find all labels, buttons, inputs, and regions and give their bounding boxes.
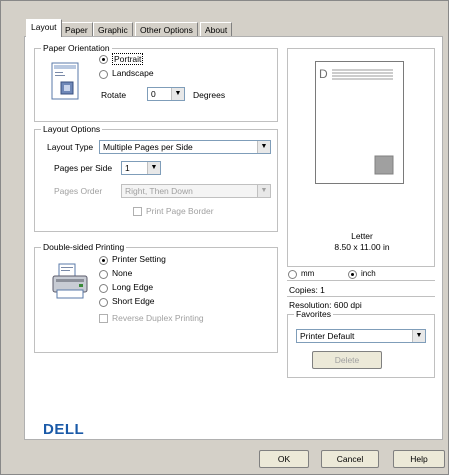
print-page-border-label: Print Page Border <box>146 206 214 216</box>
portrait-radio[interactable] <box>99 55 108 64</box>
tab-layout[interactable]: Layout <box>26 19 62 37</box>
favorites-legend: Favorites <box>294 309 333 319</box>
none-radio[interactable] <box>99 270 108 279</box>
delete-button[interactable]: Delete <box>312 351 382 369</box>
favorites-group: Favorites Printer Default ▼ Delete <box>287 309 435 378</box>
chevron-down-icon: ▼ <box>257 141 270 153</box>
print-page-border-checkbox[interactable] <box>133 207 142 216</box>
layout-type-value: Multiple Pages per Side <box>103 142 193 152</box>
unit-mm-radio[interactable] <box>288 270 297 279</box>
page-preview-letter: D <box>319 67 328 81</box>
pages-per-side-value: 1 <box>125 163 130 173</box>
favorites-select[interactable]: Printer Default ▼ <box>296 329 426 343</box>
short-edge-radio[interactable] <box>99 298 108 307</box>
tab-about[interactable]: About <box>200 22 233 36</box>
page-preview-panel: D Letter 8.50 x 11.00 in <box>287 48 435 267</box>
landscape-label: Landscape <box>112 68 154 78</box>
double-sided-printing-group: Double-sided Printing Printer Setting No… <box>34 242 278 353</box>
tab-other-options[interactable]: Other Options <box>135 22 198 36</box>
page-preview-image <box>315 61 404 184</box>
unit-inch-label: inch <box>361 269 376 278</box>
degrees-label: Degrees <box>193 90 226 100</box>
chevron-down-icon: ▼ <box>147 162 160 174</box>
long-edge-label: Long Edge <box>112 282 154 292</box>
chevron-down-icon: ▼ <box>257 185 270 197</box>
pages-order-select[interactable]: Right, Then Down ▼ <box>121 184 271 198</box>
favorites-value: Printer Default <box>300 331 355 341</box>
divider <box>287 296 435 297</box>
rotate-label: Rotate <box>101 90 127 100</box>
layout-panel: Paper Orientation Portrait Landscape Rot… <box>24 36 443 440</box>
portrait-label: Portrait <box>112 53 144 65</box>
paper-orientation-group: Paper Orientation Portrait Landscape Rot… <box>34 43 278 122</box>
printer-icon <box>52 263 88 299</box>
divider <box>287 280 435 281</box>
dell-logo: DELL <box>43 421 85 438</box>
paper-name-label: Letter <box>351 231 373 241</box>
long-edge-radio[interactable] <box>99 284 108 293</box>
unit-inch-radio[interactable] <box>348 270 357 279</box>
reverse-duplex-label: Reverse Duplex Printing <box>112 313 204 323</box>
chevron-down-icon: ▼ <box>171 88 184 100</box>
printer-setting-label: Printer Setting <box>112 254 166 264</box>
unit-mm-label: mm <box>301 269 315 278</box>
short-edge-label: Short Edge <box>112 296 155 306</box>
layout-options-group: Layout Options Layout Type Multiple Page… <box>34 124 278 232</box>
landscape-radio[interactable] <box>99 70 108 79</box>
double-sided-printing-legend: Double-sided Printing <box>41 242 127 252</box>
pages-order-value: Right, Then Down <box>125 186 193 196</box>
layout-type-select[interactable]: Multiple Pages per Side ▼ <box>99 140 271 154</box>
pages-per-side-select[interactable]: 1 ▼ <box>121 161 161 175</box>
cancel-button[interactable]: Cancel <box>321 450 379 468</box>
portrait-page-icon <box>51 62 79 100</box>
printer-setting-radio[interactable] <box>99 256 108 265</box>
paper-orientation-legend: Paper Orientation <box>41 43 112 53</box>
help-button[interactable]: Help <box>393 450 445 468</box>
rotate-value: 0 <box>151 89 156 99</box>
tab-graphic[interactable]: Graphic <box>93 22 133 36</box>
ok-button[interactable]: OK <box>259 450 309 468</box>
reverse-duplex-checkbox[interactable] <box>99 314 108 323</box>
layout-options-legend: Layout Options <box>41 124 103 134</box>
pages-per-side-label: Pages per Side <box>54 163 113 173</box>
copies-label: Copies: 1 <box>289 285 325 295</box>
rotate-select[interactable]: 0 ▼ <box>147 87 185 101</box>
none-label: None <box>112 268 133 278</box>
tab-paper[interactable]: Paper <box>60 22 93 36</box>
layout-type-label: Layout Type <box>47 142 94 152</box>
pages-order-label: Pages Order <box>54 186 103 196</box>
chevron-down-icon: ▼ <box>412 330 425 342</box>
printer-properties-dialog: Layout Paper Graphic Other Options About… <box>0 0 449 475</box>
paper-size-label: 8.50 x 11.00 in <box>334 242 390 252</box>
